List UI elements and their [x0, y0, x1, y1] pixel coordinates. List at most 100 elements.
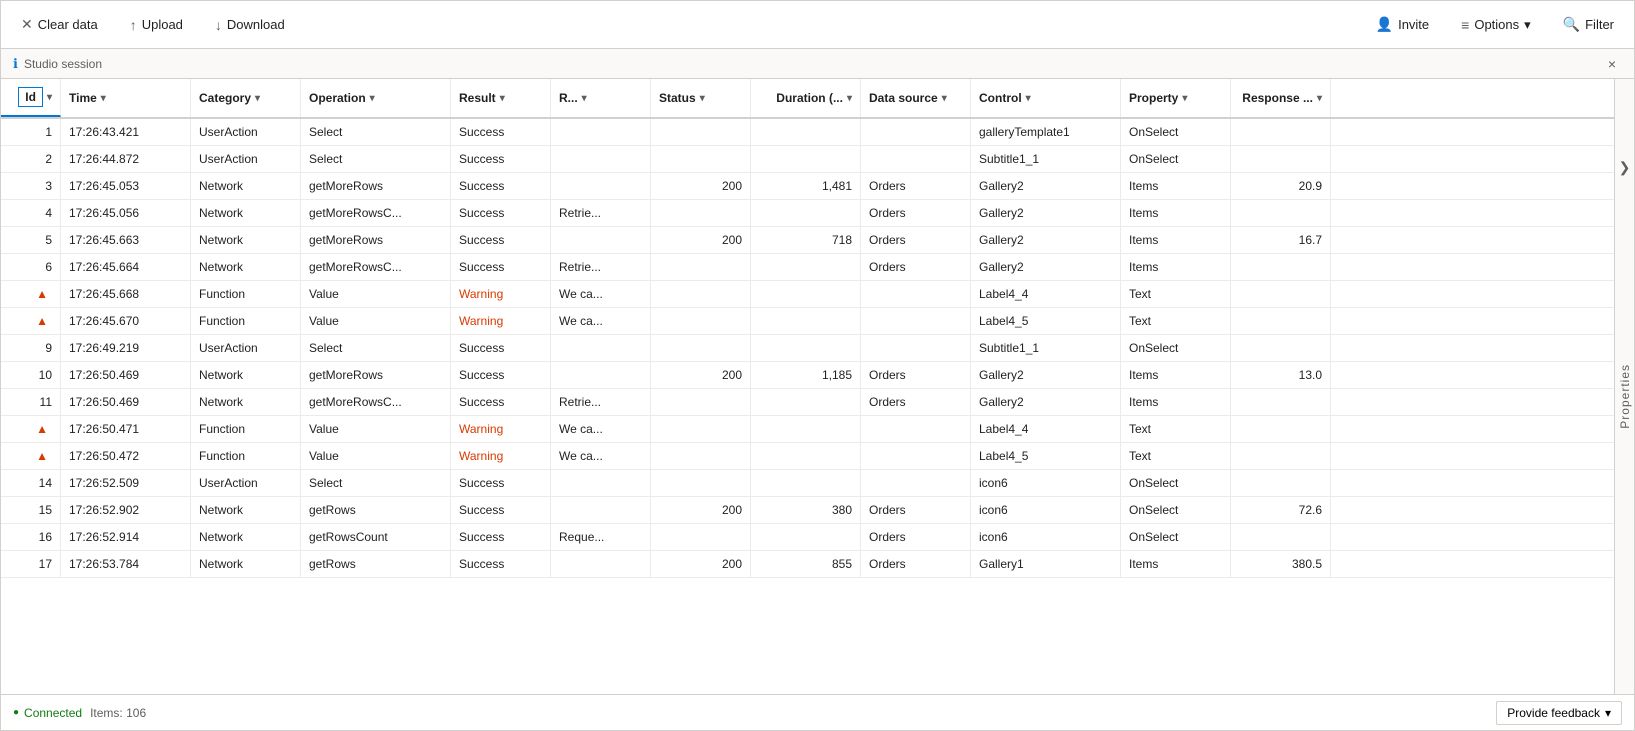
properties-side-panel[interactable]: ❯ Properties — [1614, 79, 1634, 694]
cell-category: Network — [191, 173, 301, 199]
cell-control: icon6 — [971, 470, 1121, 496]
table-row[interactable]: 917:26:49.219UserActionSelectSuccessSubt… — [1, 335, 1614, 362]
invite-button[interactable]: 👤 Invite — [1368, 12, 1438, 37]
cell-status — [651, 524, 751, 550]
table-row[interactable]: 517:26:45.663NetworkgetMoreRowsSuccess20… — [1, 227, 1614, 254]
cell-response — [1231, 254, 1331, 280]
clear-data-icon: ✕ — [21, 16, 33, 33]
cell-time: 17:26:45.670 — [61, 308, 191, 334]
cell-control: Label4_4 — [971, 281, 1121, 307]
chevron-right-icon: ❯ — [1619, 159, 1631, 176]
cell-category: Network — [191, 200, 301, 226]
options-icon: ≡ — [1461, 17, 1469, 33]
cell-id: ▲ — [1, 443, 61, 469]
column-header-category[interactable]: Category▾ — [191, 79, 301, 117]
provide-feedback-button[interactable]: Provide feedback ▾ — [1496, 701, 1622, 725]
table-area: Id▾Time▾Category▾Operation▾Result▾R...▾S… — [1, 79, 1614, 694]
session-close-button[interactable]: × — [1602, 54, 1622, 74]
cell-time: 17:26:50.471 — [61, 416, 191, 442]
column-header-control[interactable]: Control▾ — [971, 79, 1121, 117]
table-row[interactable]: 1617:26:52.914NetworkgetRowsCountSuccess… — [1, 524, 1614, 551]
cell-response — [1231, 200, 1331, 226]
filter-button[interactable]: 🔍 Filter — [1555, 12, 1622, 37]
toolbar-left: ✕ Clear data ↑ Upload ↓ Download — [13, 12, 293, 37]
column-header-time[interactable]: Time▾ — [61, 79, 191, 117]
table-row[interactable]: ▲17:26:50.471FunctionValueWarningWe ca..… — [1, 416, 1614, 443]
cell-status — [651, 308, 751, 334]
column-header-result[interactable]: Result▾ — [451, 79, 551, 117]
column-header-property[interactable]: Property▾ — [1121, 79, 1231, 117]
options-button[interactable]: ≡ Options ▾ — [1453, 13, 1539, 37]
cell-response — [1231, 281, 1331, 307]
table-row[interactable]: ▲17:26:45.670FunctionValueWarningWe ca..… — [1, 308, 1614, 335]
table-row[interactable]: 1517:26:52.902NetworkgetRowsSuccess20038… — [1, 497, 1614, 524]
table-row[interactable]: 1017:26:50.469NetworkgetMoreRowsSuccess2… — [1, 362, 1614, 389]
clear-data-button[interactable]: ✕ Clear data — [13, 12, 106, 37]
options-label: Options — [1474, 17, 1519, 32]
column-header-status[interactable]: Status▾ — [651, 79, 751, 117]
column-header-id[interactable]: Id▾ — [1, 79, 61, 117]
column-header-r[interactable]: R...▾ — [551, 79, 651, 117]
cell-status: 200 — [651, 497, 751, 523]
cell-result: Success — [451, 146, 551, 172]
table-row[interactable]: 1417:26:52.509UserActionSelectSuccessico… — [1, 470, 1614, 497]
table-row[interactable]: 317:26:45.053NetworkgetMoreRowsSuccess20… — [1, 173, 1614, 200]
table-row[interactable]: 417:26:45.056NetworkgetMoreRowsC...Succe… — [1, 200, 1614, 227]
table-row[interactable]: ▲17:26:50.472FunctionValueWarningWe ca..… — [1, 443, 1614, 470]
cell-operation: getMoreRows — [301, 362, 451, 388]
column-header-response[interactable]: Response ...▾ — [1231, 79, 1331, 117]
cell-control: galleryTemplate1 — [971, 119, 1121, 145]
table-row[interactable]: 1117:26:50.469NetworkgetMoreRowsC...Succ… — [1, 389, 1614, 416]
table-row[interactable]: 117:26:43.421UserActionSelectSuccessgall… — [1, 119, 1614, 146]
cell-duration: 718 — [751, 227, 861, 253]
column-header-datasource[interactable]: Data source▾ — [861, 79, 971, 117]
table-row[interactable]: 617:26:45.664NetworkgetMoreRowsC...Succe… — [1, 254, 1614, 281]
cell-control: Subtitle1_1 — [971, 335, 1121, 361]
cell-response: 20.9 — [1231, 173, 1331, 199]
cell-control: Subtitle1_1 — [971, 146, 1121, 172]
cell-r — [551, 335, 651, 361]
cell-r — [551, 173, 651, 199]
cell-duration — [751, 281, 861, 307]
cell-response: 72.6 — [1231, 497, 1331, 523]
sort-icon-category: ▾ — [255, 93, 260, 104]
table-row[interactable]: 1717:26:53.784NetworkgetRowsSuccess20085… — [1, 551, 1614, 578]
cell-duration — [751, 416, 861, 442]
col-label-status: Status — [659, 91, 696, 105]
cell-property: OnSelect — [1121, 524, 1231, 550]
cell-time: 17:26:44.872 — [61, 146, 191, 172]
download-button[interactable]: ↓ Download — [207, 13, 293, 37]
cell-datasource: Orders — [861, 497, 971, 523]
cell-status — [651, 119, 751, 145]
cell-category: Function — [191, 416, 301, 442]
column-header-duration[interactable]: Duration (...▾ — [751, 79, 861, 117]
cell-time: 17:26:50.469 — [61, 362, 191, 388]
column-header-operation[interactable]: Operation▾ — [301, 79, 451, 117]
table-row[interactable]: ▲17:26:45.668FunctionValueWarningWe ca..… — [1, 281, 1614, 308]
cell-response — [1231, 524, 1331, 550]
cell-duration — [751, 308, 861, 334]
cell-status — [651, 200, 751, 226]
cell-result: Success — [451, 551, 551, 577]
upload-button[interactable]: ↑ Upload — [122, 13, 191, 37]
cell-result: Warning — [451, 416, 551, 442]
cell-category: UserAction — [191, 470, 301, 496]
cell-datasource — [861, 281, 971, 307]
cell-datasource — [861, 119, 971, 145]
cell-category: Network — [191, 389, 301, 415]
cell-control: icon6 — [971, 497, 1121, 523]
table-row[interactable]: 217:26:44.872UserActionSelectSuccessSubt… — [1, 146, 1614, 173]
cell-id: 3 — [1, 173, 61, 199]
cell-category: Function — [191, 443, 301, 469]
cell-response — [1231, 308, 1331, 334]
table-body[interactable]: 117:26:43.421UserActionSelectSuccessgall… — [1, 119, 1614, 694]
cell-duration — [751, 389, 861, 415]
cell-category: Network — [191, 497, 301, 523]
cell-status: 200 — [651, 173, 751, 199]
cell-property: Items — [1121, 551, 1231, 577]
cell-id: 4 — [1, 200, 61, 226]
cell-control: Gallery1 — [971, 551, 1121, 577]
toolbar: ✕ Clear data ↑ Upload ↓ Download 👤 Invit… — [1, 1, 1634, 49]
cell-r — [551, 119, 651, 145]
cell-response — [1231, 119, 1331, 145]
